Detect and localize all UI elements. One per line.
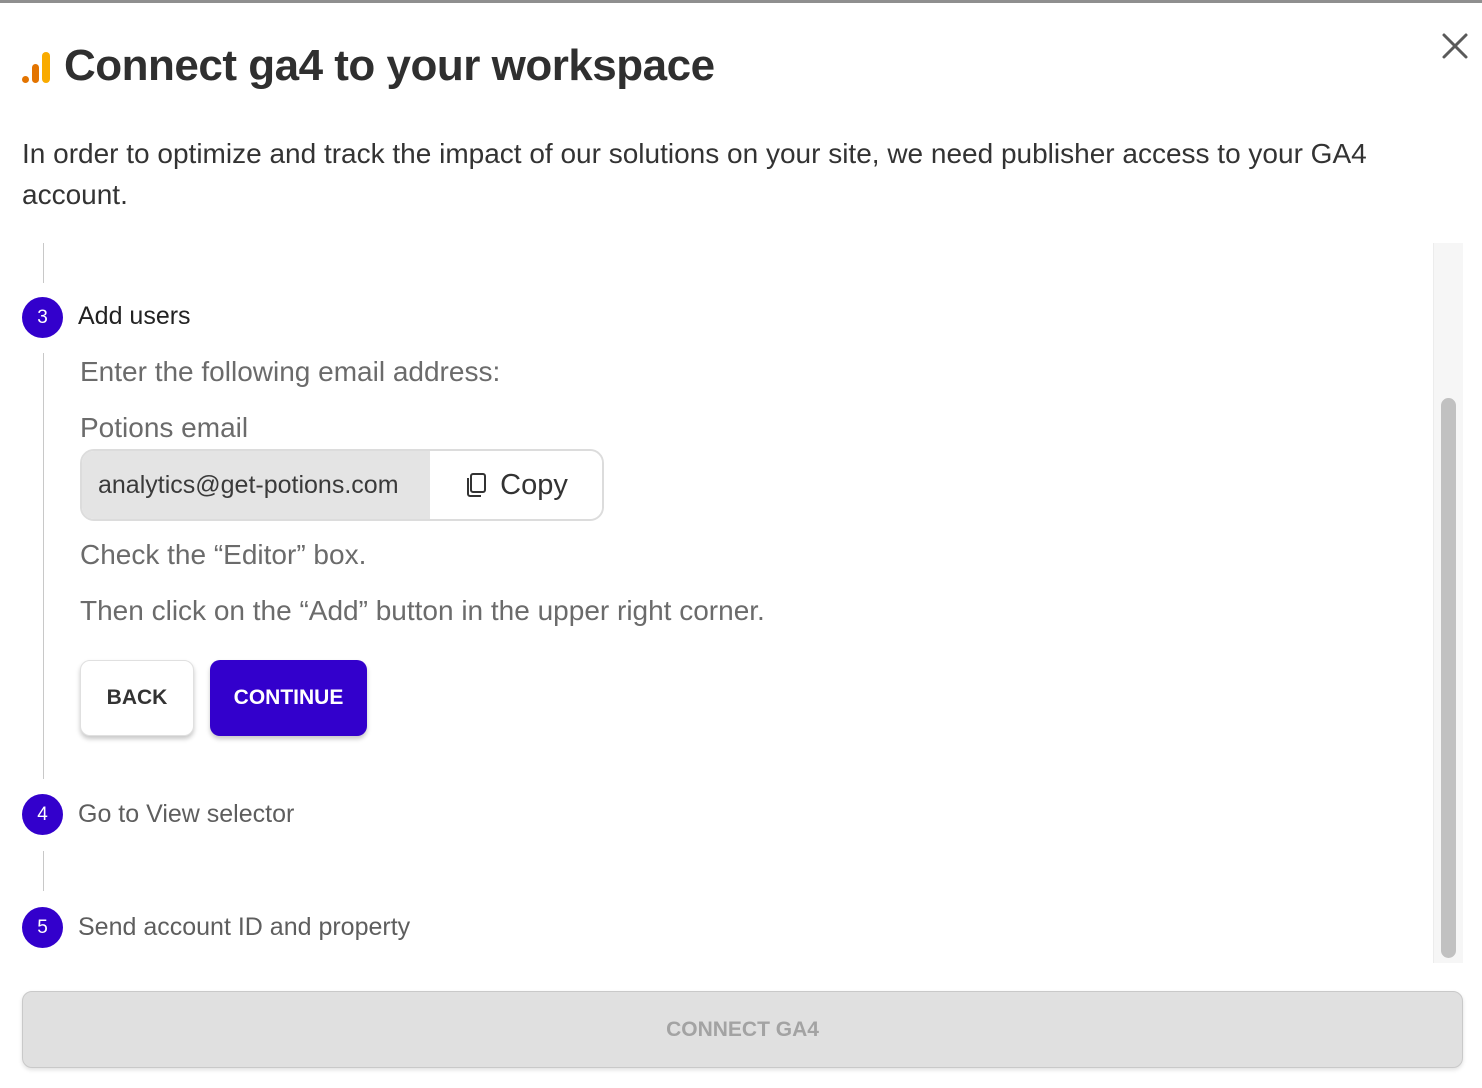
- steps-panel: 3 Add users Enter the following email ad…: [0, 243, 1432, 963]
- continue-button[interactable]: CONTINUE: [210, 660, 367, 736]
- add-instruction: Then click on the “Add” button in the up…: [80, 595, 765, 626]
- step-3-label[interactable]: Add users: [78, 301, 191, 331]
- editor-instruction: Check the “Editor” box.: [80, 539, 367, 570]
- dialog-header: Connect ga4 to your workspace: [22, 41, 715, 91]
- close-icon: [1442, 33, 1468, 59]
- copy-button[interactable]: Copy: [430, 451, 602, 519]
- step-4-label[interactable]: Go to View selector: [78, 799, 294, 829]
- email-copy-field: analytics@get-potions.com Copy: [80, 449, 604, 521]
- close-button[interactable]: [1438, 29, 1472, 63]
- back-button[interactable]: BACK: [80, 660, 194, 736]
- email-value[interactable]: analytics@get-potions.com: [82, 451, 430, 519]
- connect-ga4-dialog: Connect ga4 to your workspace In order t…: [0, 0, 1482, 1088]
- step-connector: [43, 353, 44, 779]
- copy-label: Copy: [500, 468, 568, 501]
- steps-scrollbar[interactable]: [1433, 243, 1463, 963]
- copy-icon: [467, 473, 487, 497]
- email-label: Potions email: [80, 412, 249, 443]
- scrollbar-thumb[interactable]: [1441, 398, 1456, 958]
- step-connector: [43, 851, 44, 891]
- step-4-number: 4: [22, 794, 63, 835]
- google-analytics-icon: [22, 49, 52, 83]
- step-5-number: 5: [22, 907, 63, 948]
- dialog-intro: In order to optimize and track the impac…: [22, 138, 1367, 210]
- step-5-label[interactable]: Send account ID and property: [78, 912, 410, 942]
- connect-ga4-button[interactable]: CONNECT GA4: [22, 991, 1463, 1068]
- step-connector: [43, 243, 44, 283]
- email-instruction: Enter the following email address:: [80, 356, 501, 387]
- step-3-number: 3: [22, 297, 63, 338]
- dialog-title: Connect ga4 to your workspace: [64, 41, 715, 90]
